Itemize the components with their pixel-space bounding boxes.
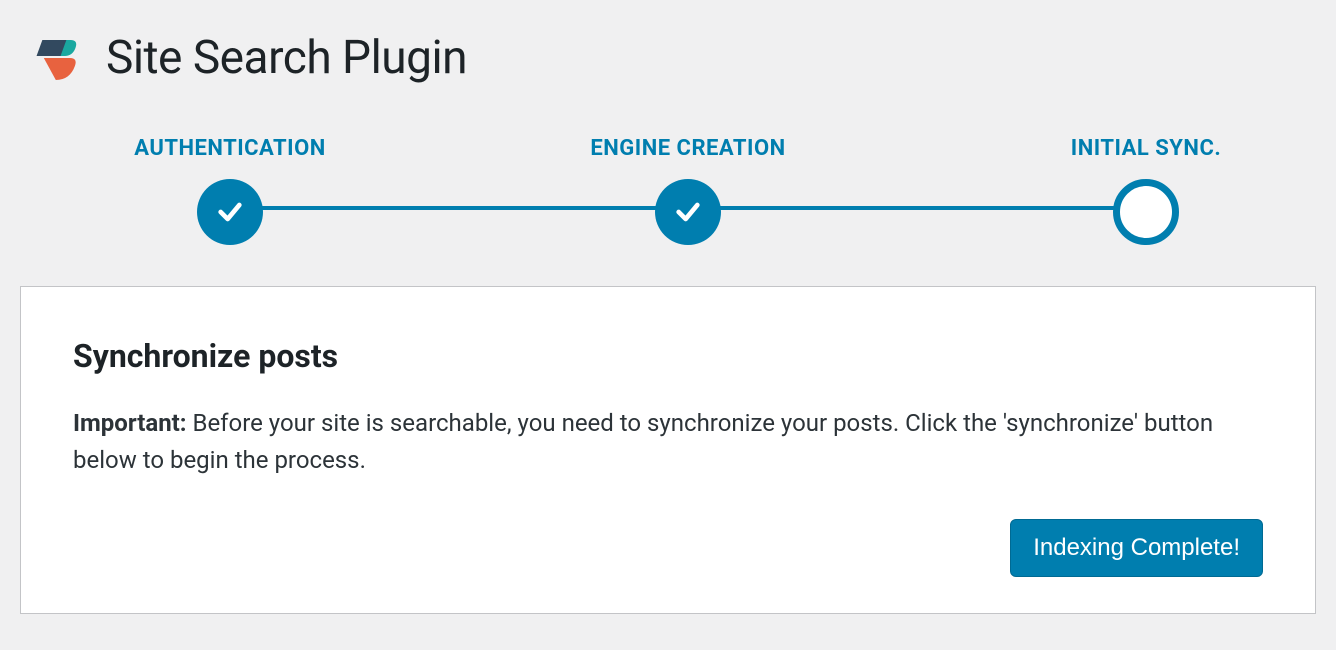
step-initial-sync: INITIAL SYNC. (1036, 136, 1256, 245)
step-label: ENGINE CREATION (590, 136, 785, 161)
page-title: Site Search Plugin (106, 31, 467, 85)
step-authentication: AUTHENTICATION (120, 136, 340, 245)
step-circle-current (1113, 179, 1179, 245)
step-circle-done (655, 179, 721, 245)
plugin-logo-icon (30, 30, 86, 86)
card-body-text: Before your site is searchable, you need… (73, 409, 1213, 474)
step-circle-done (197, 179, 263, 245)
progress-stepper: AUTHENTICATION ENGINE CREATION INITIAL S… (120, 136, 1256, 246)
button-row: Indexing Complete! (73, 519, 1263, 577)
step-label: INITIAL SYNC. (1071, 136, 1221, 161)
check-icon (674, 198, 702, 226)
important-label: Important: (73, 409, 187, 437)
sync-card: Synchronize posts Important: Before your… (20, 286, 1316, 614)
check-icon (216, 198, 244, 226)
step-engine-creation: ENGINE CREATION (578, 136, 798, 245)
page-header: Site Search Plugin (0, 0, 1336, 96)
indexing-complete-button[interactable]: Indexing Complete! (1010, 519, 1263, 577)
card-title: Synchronize posts (73, 337, 1263, 375)
card-description: Important: Before your site is searchabl… (73, 405, 1263, 479)
step-label: AUTHENTICATION (134, 136, 326, 161)
